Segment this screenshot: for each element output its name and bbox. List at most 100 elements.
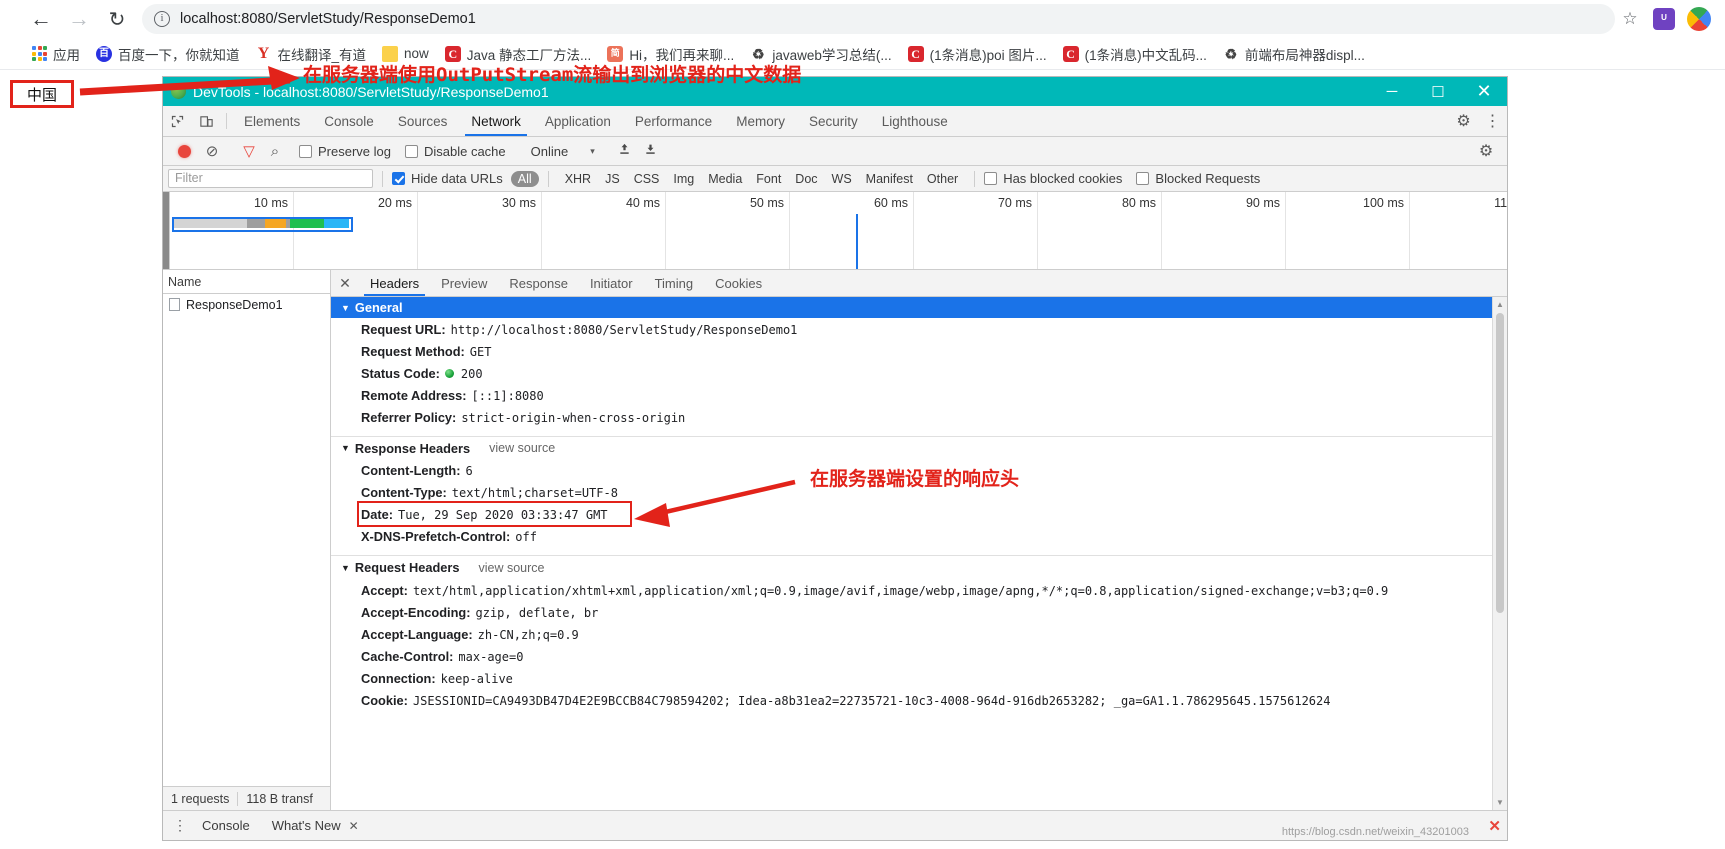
device-toolbar-icon[interactable] xyxy=(192,106,221,136)
scrollbar-thumb[interactable] xyxy=(1496,313,1504,613)
maximize-button[interactable]: ☐ xyxy=(1415,77,1461,106)
overview-tick: 60 ms xyxy=(790,192,914,269)
tab-headers[interactable]: Headers xyxy=(359,270,430,296)
table-row[interactable]: ResponseDemo1 xyxy=(163,294,330,315)
tab-network[interactable]: Network xyxy=(459,106,533,136)
preserve-log-checkbox[interactable]: Preserve log xyxy=(299,144,391,159)
filter-input[interactable]: Filter xyxy=(168,169,373,188)
network-overview-timeline[interactable]: 10 ms 20 ms 30 ms 40 ms 50 ms 60 ms 70 m… xyxy=(163,192,1507,270)
search-icon[interactable]: ⌕ xyxy=(262,143,288,160)
tab-cookies[interactable]: Cookies xyxy=(704,270,773,296)
hide-data-urls-checkbox[interactable]: Hide data URLs xyxy=(392,171,503,186)
tab-memory[interactable]: Memory xyxy=(724,106,797,136)
tab-security[interactable]: Security xyxy=(797,106,870,136)
overview-tick-label: 90 ms xyxy=(1245,196,1280,210)
section-header-response-headers[interactable]: ▼ Response Headers view source xyxy=(331,435,1492,460)
clear-icon[interactable]: ⊘ xyxy=(199,142,225,160)
tab-lighthouse[interactable]: Lighthouse xyxy=(870,106,960,136)
tab-performance[interactable]: Performance xyxy=(623,106,724,136)
bookmark-item[interactable]: C (1条消息)中文乱码... xyxy=(1055,41,1215,67)
forward-button[interactable]: → xyxy=(60,2,98,36)
blocked-requests-checkbox[interactable]: Blocked Requests xyxy=(1136,171,1260,186)
has-blocked-cookies-checkbox[interactable]: Has blocked cookies xyxy=(984,171,1122,186)
filter-type-css[interactable]: CSS xyxy=(627,171,667,187)
bookmark-star-icon[interactable]: ☆ xyxy=(1615,9,1645,29)
close-icon[interactable]: ✕ xyxy=(349,819,359,833)
tab-application[interactable]: Application xyxy=(533,106,623,136)
scroll-up-icon[interactable]: ▲ xyxy=(1493,297,1507,312)
network-settings-gear-icon[interactable]: ⚙ xyxy=(1473,141,1499,161)
site-info-icon[interactable]: i xyxy=(154,11,170,27)
record-button[interactable] xyxy=(178,144,191,158)
tab-timing[interactable]: Timing xyxy=(644,270,705,296)
header-key: Remote Address: xyxy=(361,387,467,403)
scroll-down-icon[interactable]: ▼ xyxy=(1493,795,1507,810)
header-value: text/html;charset=UTF-8 xyxy=(451,486,618,500)
extension-icon[interactable]: ᵁ xyxy=(1653,8,1675,30)
address-bar[interactable]: i localhost:8080/ServletStudy/ResponseDe… xyxy=(142,4,1615,34)
request-list-header[interactable]: Name xyxy=(163,270,330,294)
watermark-text: https://blog.csdn.net/weixin_43201003 xyxy=(1281,826,1469,838)
filter-type-manifest[interactable]: Manifest xyxy=(859,171,920,187)
filter-type-ws[interactable]: WS xyxy=(825,171,859,187)
requests-count: 1 requests xyxy=(171,791,230,806)
filter-type-other[interactable]: Other xyxy=(920,171,965,187)
disable-cache-checkbox[interactable]: Disable cache xyxy=(404,144,506,159)
network-toolbar: ⊘ ▽ ⌕ Preserve log Disable cache Online … xyxy=(163,137,1507,166)
filter-type-js[interactable]: JS xyxy=(598,171,627,187)
tab-elements[interactable]: Elements xyxy=(232,106,312,136)
settings-gear-icon[interactable]: ⚙ xyxy=(1449,106,1478,136)
drawer-tab-whats-new[interactable]: What's New ✕ xyxy=(261,818,370,833)
close-button[interactable]: ✕ xyxy=(1461,77,1507,106)
header-key: Status Code: xyxy=(361,365,440,381)
drawer-more-icon[interactable]: ⋮ xyxy=(169,817,191,834)
filter-type-img[interactable]: Img xyxy=(666,171,701,187)
status-ok-icon xyxy=(444,368,454,378)
filter-type-doc[interactable]: Doc xyxy=(788,171,824,187)
filter-type-all[interactable]: All xyxy=(510,170,539,187)
tab-console[interactable]: Console xyxy=(312,106,386,136)
throttling-select[interactable]: Online ▾ xyxy=(531,144,595,159)
more-options-icon[interactable]: ⋮ xyxy=(1478,106,1507,136)
tab-preview[interactable]: Preview xyxy=(430,270,498,296)
filter-type-font[interactable]: Font xyxy=(749,171,788,187)
annotation-content-type-highlight xyxy=(357,501,632,527)
tab-initiator[interactable]: Initiator xyxy=(579,270,644,296)
overview-tick: 30 ms xyxy=(418,192,542,269)
filter-type-media[interactable]: Media xyxy=(701,171,749,187)
export-har-icon[interactable] xyxy=(638,142,664,160)
bookmark-item[interactable]: 百 百度一下，你就知道 xyxy=(88,41,248,67)
view-source-link[interactable]: view source xyxy=(478,561,544,575)
close-detail-icon[interactable]: ✕ xyxy=(331,270,359,296)
profile-avatar[interactable] xyxy=(1687,7,1711,31)
divider xyxy=(226,113,227,129)
header-row: Cache-Control: max-age=0 xyxy=(331,645,1492,667)
minimize-button[interactable]: ─ xyxy=(1369,77,1415,106)
import-har-icon[interactable] xyxy=(612,142,638,160)
drawer-close-icon[interactable]: ✕ xyxy=(1488,817,1501,835)
devtools-main-tabs: Elements Console Sources Network Applica… xyxy=(163,106,1507,137)
bookmarks-bar: 应用 百 百度一下，你就知道 Y 在线翻译_有道 now C Java 静态工厂… xyxy=(0,38,1725,70)
reload-button[interactable]: ↻ xyxy=(98,2,136,36)
overview-body[interactable]: 10 ms 20 ms 30 ms 40 ms 50 ms 60 ms 70 m… xyxy=(170,192,1507,269)
section-header-request-headers[interactable]: ▼ Request Headers view source xyxy=(331,555,1492,579)
drawer-tab-console[interactable]: Console xyxy=(191,818,261,833)
view-source-link[interactable]: view source xyxy=(489,441,555,455)
filter-type-xhr[interactable]: XHR xyxy=(558,171,598,187)
section-header-general[interactable]: ▼ General xyxy=(331,297,1492,318)
tab-sources[interactable]: Sources xyxy=(386,106,460,136)
column-header-name: Name xyxy=(168,274,202,289)
headers-vertical-scrollbar[interactable]: ▲ ▼ xyxy=(1492,297,1507,810)
request-list-pane: Name ResponseDemo1 1 requests 118 B tran… xyxy=(163,270,331,810)
csdn-icon: C xyxy=(907,45,924,62)
inspect-element-icon[interactable] xyxy=(163,106,192,136)
bookmark-item[interactable]: C (1条消息)poi 图片... xyxy=(900,41,1055,67)
bookmark-apps[interactable]: 应用 xyxy=(24,41,88,67)
bookmark-label: (1条消息)中文乱码... xyxy=(1084,47,1207,63)
bookmark-item[interactable]: ♻ 前端布局神器displ... xyxy=(1215,41,1373,67)
divider xyxy=(382,170,383,187)
back-button[interactable]: ← xyxy=(22,2,60,36)
header-row: Accept: text/html,application/xhtml+xml,… xyxy=(331,579,1492,601)
filter-icon[interactable]: ▽ xyxy=(236,142,262,160)
tab-response[interactable]: Response xyxy=(498,270,579,296)
